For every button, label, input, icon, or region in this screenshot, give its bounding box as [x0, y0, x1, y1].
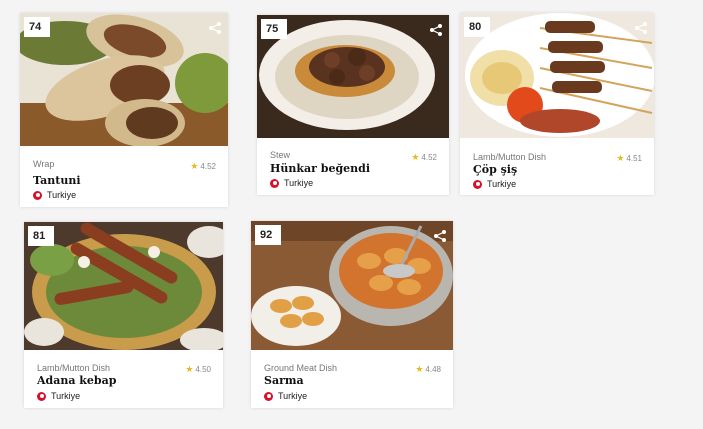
- dish-name[interactable]: Adana kebap: [37, 374, 116, 387]
- dish-name[interactable]: Tantuni: [33, 174, 81, 187]
- dish-country[interactable]: Turkiye: [33, 190, 76, 200]
- star-icon: ★: [411, 152, 420, 162]
- country-label: Turkiye: [487, 179, 517, 189]
- dish-country[interactable]: Turkiye: [270, 178, 313, 188]
- rank-badge: 75: [261, 19, 287, 39]
- dish-category: Lamb/Mutton Dish: [37, 363, 111, 373]
- dish-category: Lamb/Mutton Dish: [473, 152, 547, 162]
- dish-country[interactable]: Turkiye: [37, 391, 80, 401]
- rating-value: 4.51: [626, 154, 642, 163]
- turkey-flag-icon: [37, 391, 46, 401]
- dish-photo-tantuni[interactable]: [20, 13, 228, 146]
- dish-card-hunkar-begendi[interactable]: 75 Stew ★ 4.52 Hünkar beğendi Turkiye: [257, 15, 449, 195]
- dish-card-sarma[interactable]: 92 Ground Meat Dish ★ 4.48 Sarma Turkiye: [251, 221, 453, 408]
- rank-badge: 80: [464, 17, 490, 37]
- dish-rating: ★ 4.52: [190, 161, 216, 172]
- dish-category: Wrap: [33, 159, 55, 169]
- turkey-flag-icon: [270, 178, 279, 188]
- star-icon: ★: [185, 364, 194, 374]
- dish-country[interactable]: Turkiye: [264, 391, 307, 401]
- dish-name[interactable]: Sarma: [264, 374, 304, 387]
- dish-rating: ★ 4.50: [185, 364, 211, 375]
- dish-photo-sarma[interactable]: [251, 221, 453, 350]
- country-label: Turkiye: [284, 178, 314, 188]
- rank-badge: 92: [255, 225, 281, 245]
- share-icon[interactable]: [208, 21, 222, 35]
- rating-value: 4.50: [195, 365, 211, 374]
- rating-value: 4.52: [421, 153, 437, 162]
- rating-value: 4.52: [200, 162, 216, 171]
- share-icon[interactable]: [429, 23, 443, 37]
- country-label: Turkiye: [47, 190, 77, 200]
- turkey-flag-icon: [473, 179, 482, 189]
- rank-badge: 81: [28, 226, 54, 246]
- dish-card-adana-kebap[interactable]: 81 Lamb/Mutton Dish ★ 4.50 Adana kebap Tu…: [24, 222, 223, 408]
- country-label: Turkiye: [278, 391, 308, 401]
- star-icon: ★: [616, 153, 625, 163]
- dish-name[interactable]: Çöp şiş: [473, 163, 517, 176]
- dish-rating: ★ 4.48: [415, 364, 441, 375]
- rank-badge: 74: [24, 17, 50, 37]
- turkey-flag-icon: [264, 391, 273, 401]
- share-icon[interactable]: [433, 229, 447, 243]
- dish-category: Stew: [270, 150, 291, 160]
- dish-card-tantuni[interactable]: 74 Wrap ★ 4.52 Tantuni Turkiye: [20, 13, 228, 207]
- country-label: Turkiye: [51, 391, 81, 401]
- dish-rating: ★ 4.51: [616, 153, 642, 164]
- turkey-flag-icon: [33, 190, 42, 200]
- dish-country[interactable]: Turkiye: [473, 179, 516, 189]
- star-icon: ★: [190, 161, 199, 171]
- share-icon[interactable]: [634, 21, 648, 35]
- dish-rating: ★ 4.52: [411, 152, 437, 163]
- dish-card-cop-sis[interactable]: 80 Lamb/Mutton Dish ★ 4.51 Çöp şiş Turkiy…: [460, 13, 654, 195]
- dish-name[interactable]: Hünkar beğendi: [270, 162, 370, 175]
- star-icon: ★: [415, 364, 424, 374]
- rating-value: 4.48: [425, 365, 441, 374]
- dish-category: Ground Meat Dish: [264, 363, 338, 373]
